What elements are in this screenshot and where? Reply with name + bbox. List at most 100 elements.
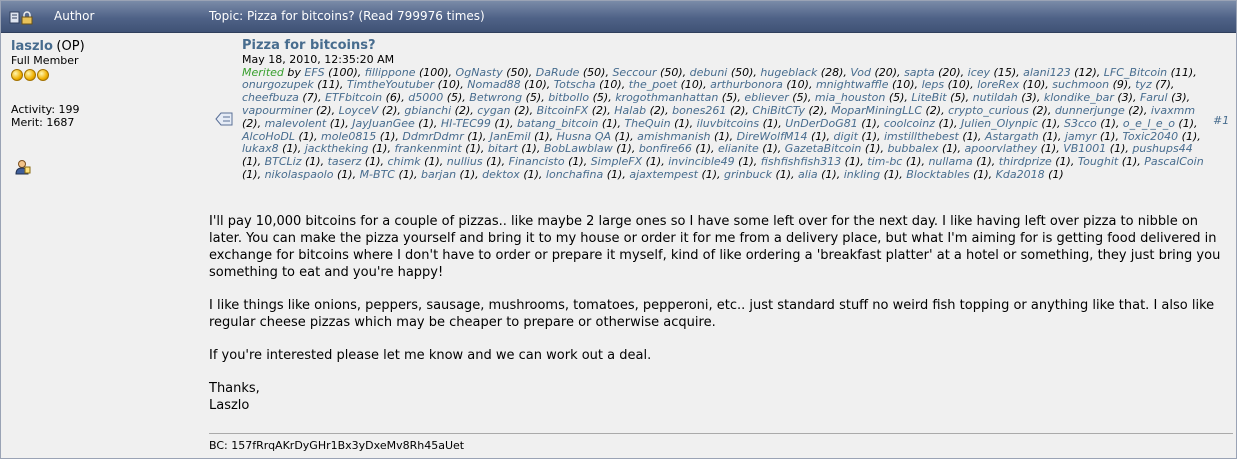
merit-user-link[interactable]: imstillthebest	[884, 130, 959, 143]
merit-user-link[interactable]: PascalCoin	[1144, 155, 1203, 168]
merit-user-link[interactable]: VB1001	[1063, 142, 1106, 155]
merit-user-link[interactable]: DaRude	[536, 66, 580, 79]
merit-user-link[interactable]: bonfire66	[639, 142, 692, 155]
merit-user-link[interactable]: loreRex	[977, 78, 1019, 91]
merit-user-link[interactable]: Toxic2040	[1122, 130, 1178, 143]
merit-user-link[interactable]: Blocktables	[906, 168, 969, 181]
merit-user-link[interactable]: apoorvlathey	[965, 142, 1038, 155]
post-subject-link[interactable]: Pizza for bitcoins?	[242, 38, 376, 53]
merit-user-link[interactable]: HI-TEC99	[441, 117, 491, 130]
merit-user-link[interactable]: Husna QA	[557, 130, 611, 143]
merit-user-link[interactable]: inkling	[844, 168, 880, 181]
merit-user-link[interactable]: BitcoinFX	[537, 104, 589, 117]
merit-user-link[interactable]: iluvbitcoins	[697, 117, 759, 130]
merit-user-link[interactable]: ETFbitcoin	[325, 91, 382, 104]
merit-user-link[interactable]: icey	[968, 66, 990, 79]
merit-user-link[interactable]: amishmanish	[637, 130, 710, 143]
merit-user-link[interactable]: nullama	[928, 155, 972, 168]
poster-name-link[interactable]: laszlo	[11, 39, 53, 54]
merit-user-link[interactable]: bitbollo	[548, 91, 589, 104]
merit-user-link[interactable]: vapourminer	[242, 104, 313, 117]
merit-user-link[interactable]: malevolent	[265, 117, 327, 130]
merit-user-link[interactable]: klondike_bar	[1044, 91, 1114, 104]
merit-user-link[interactable]: pushups44	[1132, 142, 1192, 155]
merit-user-link[interactable]: bitart	[488, 142, 518, 155]
merit-user-link[interactable]: JanEmil	[490, 130, 531, 143]
merit-user-link[interactable]: LFC_Bitcoin	[1104, 66, 1167, 79]
merit-user-link[interactable]: coolcoinz	[884, 117, 935, 130]
merit-user-link[interactable]: arthurbonora	[710, 78, 783, 91]
merit-user-link[interactable]: lonchafina	[546, 168, 603, 181]
merit-user-link[interactable]: GazetaBitcoin	[785, 142, 862, 155]
merit-user-link[interactable]: Halab	[614, 104, 646, 117]
post-number-link[interactable]: #1	[1213, 114, 1229, 127]
merit-user-link[interactable]: invincible49	[668, 155, 734, 168]
merit-user-link[interactable]: EFS	[304, 66, 324, 79]
merit-user-link[interactable]: frankenmint	[394, 142, 461, 155]
merit-user-link[interactable]: MoparMiningLLC	[831, 104, 922, 117]
merit-user-link[interactable]: hugeblack	[760, 66, 817, 79]
merit-user-link[interactable]: BTCLiz	[265, 155, 302, 168]
merit-user-link[interactable]: ivaxmm	[1151, 104, 1195, 117]
merit-user-link[interactable]: Financisto	[509, 155, 565, 168]
merit-user-link[interactable]: ChiBitCTy	[752, 104, 805, 117]
merit-user-link[interactable]: mnightwaffle	[816, 78, 889, 91]
merit-user-link[interactable]: elianite	[718, 142, 759, 155]
merit-user-link[interactable]: bones261	[672, 104, 726, 117]
merit-user-link[interactable]: gbianchi	[404, 104, 451, 117]
merit-user-link[interactable]: S3cco	[1064, 117, 1097, 130]
merit-user-link[interactable]: thirdprize	[999, 155, 1052, 168]
merit-user-link[interactable]: cheefbuza	[242, 91, 299, 104]
merit-user-link[interactable]: BobLawblaw	[544, 142, 613, 155]
merit-user-link[interactable]: OgNasty	[456, 66, 503, 79]
merit-user-link[interactable]: chimk	[388, 155, 421, 168]
merit-user-link[interactable]: the_poet	[629, 78, 677, 91]
merit-user-link[interactable]: onurgozupek	[242, 78, 314, 91]
merit-user-link[interactable]: DireWolfM14	[737, 130, 808, 143]
merit-user-link[interactable]: Farul	[1140, 91, 1168, 104]
merit-user-link[interactable]: batang_bitcoin	[517, 117, 598, 130]
merit-user-link[interactable]: grinbuck	[724, 168, 772, 181]
merit-user-link[interactable]: digit	[834, 130, 858, 143]
merit-user-link[interactable]: TimtheYoutuber	[347, 78, 434, 91]
merit-user-link[interactable]: UnDerDoG81	[785, 117, 858, 130]
merit-user-link[interactable]: barjan	[421, 168, 456, 181]
merit-user-link[interactable]: Betwrong	[469, 91, 522, 104]
merit-user-link[interactable]: LoyceV	[339, 104, 379, 117]
merit-user-link[interactable]: Seccour	[612, 66, 656, 79]
merit-user-link[interactable]: jacktheking	[305, 142, 369, 155]
merit-user-link[interactable]: leps	[922, 78, 945, 91]
merit-user-link[interactable]: o_e_l_e_o	[1123, 117, 1175, 130]
merit-user-link[interactable]: tim-bc	[867, 155, 902, 168]
merit-user-link[interactable]: nikolaspaolo	[265, 168, 334, 181]
view-profile-icon[interactable]	[15, 159, 31, 175]
merit-user-link[interactable]: JayJuanGee	[352, 117, 414, 130]
merit-user-link[interactable]: DdmrDdmr	[402, 130, 463, 143]
merit-user-link[interactable]: dunnerjunge	[1055, 104, 1125, 117]
merit-user-link[interactable]: suchmoon	[1052, 78, 1109, 91]
merit-user-link[interactable]: d5000	[408, 91, 443, 104]
merit-user-link[interactable]: dektox	[482, 168, 520, 181]
merit-user-link[interactable]: ajaxtempest	[629, 168, 698, 181]
merit-user-link[interactable]: alia	[798, 168, 818, 181]
merit-user-link[interactable]: jamyr	[1065, 130, 1097, 143]
merit-user-link[interactable]: TheQuin	[624, 117, 670, 130]
merit-user-link[interactable]: sapta	[904, 66, 935, 79]
merit-user-link[interactable]: debuni	[690, 66, 728, 79]
merit-user-link[interactable]: Nomad88	[467, 78, 520, 91]
merit-user-link[interactable]: nullius	[447, 155, 483, 168]
merit-user-link[interactable]: tyz	[1135, 78, 1152, 91]
merit-user-link[interactable]: SimpleFX	[591, 155, 642, 168]
merit-user-link[interactable]: lukax8	[242, 142, 279, 155]
merit-user-link[interactable]: Astargath	[985, 130, 1039, 143]
merit-user-link[interactable]: fillippone	[365, 66, 416, 79]
merit-user-link[interactable]: crypto_curious	[948, 104, 1029, 117]
merit-user-link[interactable]: fishfishfish313	[761, 155, 841, 168]
merit-user-link[interactable]: mole0815	[321, 130, 376, 143]
merit-user-link[interactable]: bubbalex	[887, 142, 938, 155]
merit-user-link[interactable]: M-BTC	[360, 168, 395, 181]
merit-user-link[interactable]: ebliever	[744, 91, 788, 104]
merit-user-link[interactable]: Totscha	[554, 78, 596, 91]
merit-user-link[interactable]: AlcoHoDL	[242, 130, 295, 143]
merit-user-link[interactable]: Vod	[850, 66, 871, 79]
